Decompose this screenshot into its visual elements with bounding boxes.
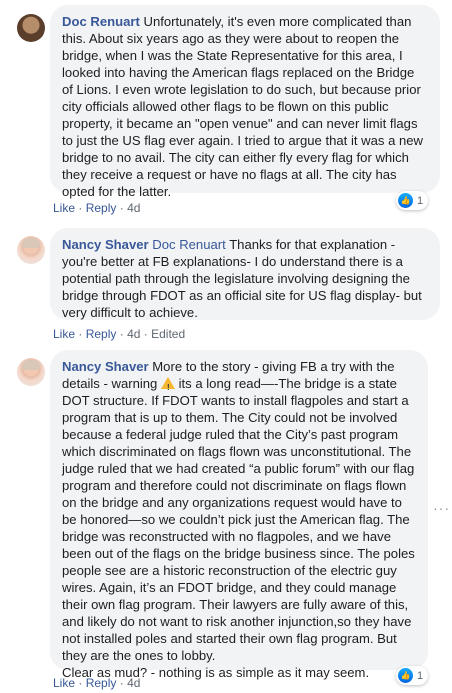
comment-author[interactable]: Doc Renuart — [62, 14, 140, 29]
timestamp[interactable]: 4d — [127, 201, 140, 215]
comment-actions: Like · Reply · 4d — [53, 201, 141, 215]
reply-link[interactable]: Reply — [86, 676, 117, 690]
like-thumb-icon: 👍 — [398, 193, 413, 208]
timestamp[interactable]: 4d — [127, 676, 140, 690]
like-link[interactable]: Like — [53, 201, 75, 215]
comment-text-body: its a long read—-The bridge is a state D… — [62, 376, 415, 663]
like-link[interactable]: Like — [53, 327, 75, 341]
mention-link[interactable]: Doc Renuart — [152, 237, 226, 252]
reaction-count[interactable]: 👍 1 — [396, 666, 429, 685]
avatar-nancy-shaver[interactable] — [17, 236, 45, 264]
warning-icon: ! — [160, 377, 175, 392]
reaction-count[interactable]: 👍 1 — [396, 191, 429, 210]
edited-label[interactable]: Edited — [151, 327, 185, 341]
comment-bubble-2: Nancy Shaver Doc Renuart Thanks for that… — [50, 228, 440, 320]
comment-bubble-3: Nancy Shaver More to the story - giving … — [50, 350, 428, 680]
comment-author[interactable]: Nancy Shaver — [62, 237, 149, 252]
avatar-nancy-shaver[interactable] — [17, 358, 45, 386]
reply-link[interactable]: Reply — [86, 327, 117, 341]
comment-text: Unfortunately, it's even more complicate… — [62, 14, 424, 199]
reply-link[interactable]: Reply — [86, 201, 117, 215]
more-options-icon[interactable]: ··· — [433, 500, 450, 516]
avatar-doc-renuart[interactable] — [17, 14, 45, 42]
comment-author[interactable]: Nancy Shaver — [62, 359, 149, 374]
timestamp[interactable]: 4d — [127, 327, 140, 341]
like-thumb-icon: 👍 — [398, 668, 413, 683]
comment-actions: Like · Reply · 4d — [53, 676, 141, 690]
comment-actions: Like · Reply · 4d · Edited — [53, 327, 186, 341]
like-link[interactable]: Like — [53, 676, 75, 690]
comment-bubble-1: Doc Renuart Unfortunately, it's even mor… — [50, 5, 440, 199]
